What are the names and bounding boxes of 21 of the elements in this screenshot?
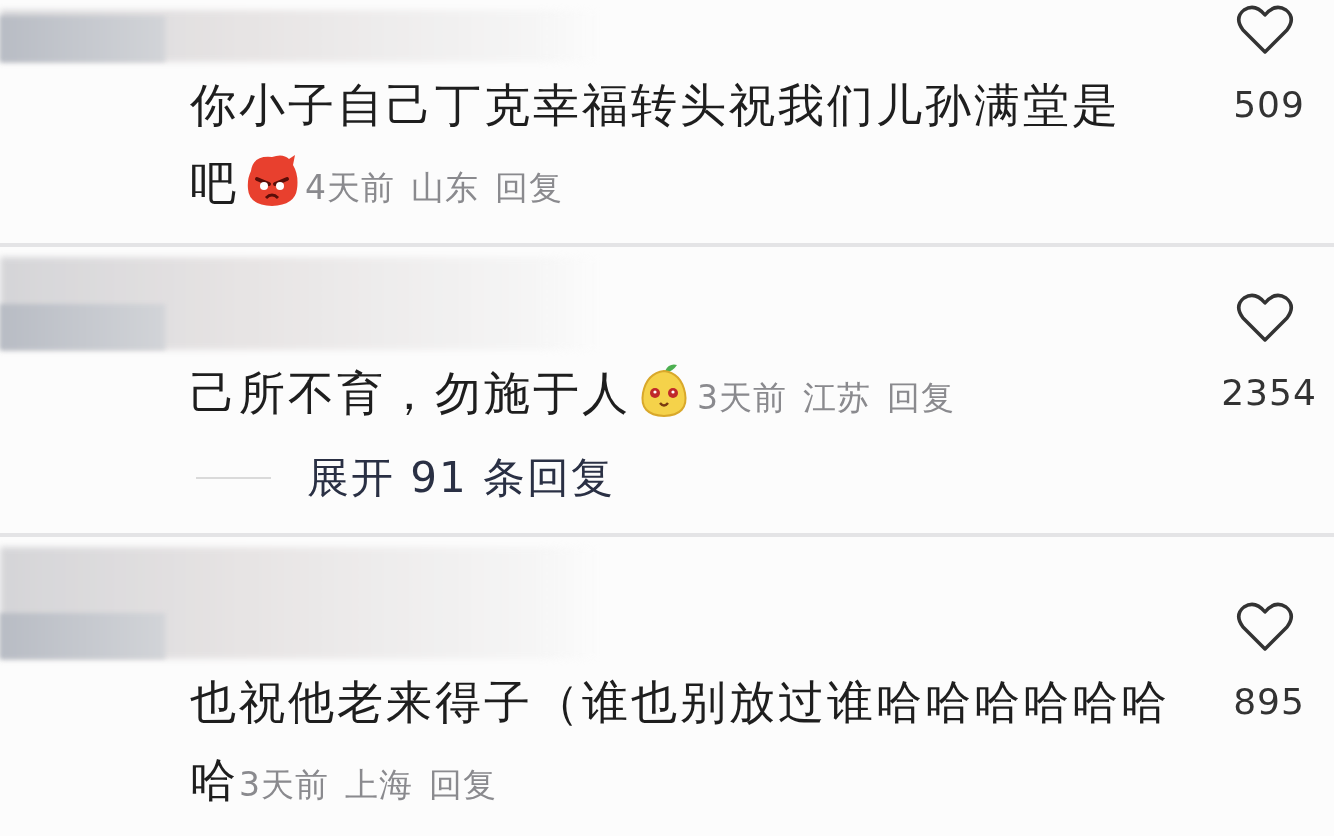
- heart-icon[interactable]: [1236, 4, 1294, 56]
- comment-time: 4天前: [305, 168, 395, 207]
- comment-text: 吧: [190, 156, 239, 210]
- like-count: 895: [1233, 681, 1305, 722]
- comment-time: 3天前: [239, 765, 329, 804]
- like-count: 2354: [1221, 372, 1317, 413]
- like-count: 509: [1233, 84, 1305, 125]
- comment-location: 山东: [411, 168, 479, 207]
- comment-time: 3天前: [697, 378, 787, 417]
- comment-location: 上海: [345, 765, 413, 804]
- reply-link[interactable]: 回复: [495, 168, 563, 207]
- expand-replies-link[interactable]: 展开 91 条回复: [307, 439, 616, 517]
- heart-icon[interactable]: [1236, 601, 1294, 653]
- reply-link[interactable]: 回复: [429, 765, 497, 804]
- heart-icon[interactable]: [1236, 292, 1294, 344]
- comment-text: 哈: [190, 753, 239, 807]
- comment-text: 你小子自己丁克幸福转头祝我们儿孙满堂是: [190, 77, 1122, 134]
- comment-text: 己所不育，勿施于人: [190, 366, 631, 420]
- comment-location: 江苏: [803, 378, 871, 417]
- comment-text: 也祝他老来得子（谁也别放过谁哈哈哈哈哈哈: [190, 674, 1171, 731]
- reply-link[interactable]: 回复: [887, 378, 955, 417]
